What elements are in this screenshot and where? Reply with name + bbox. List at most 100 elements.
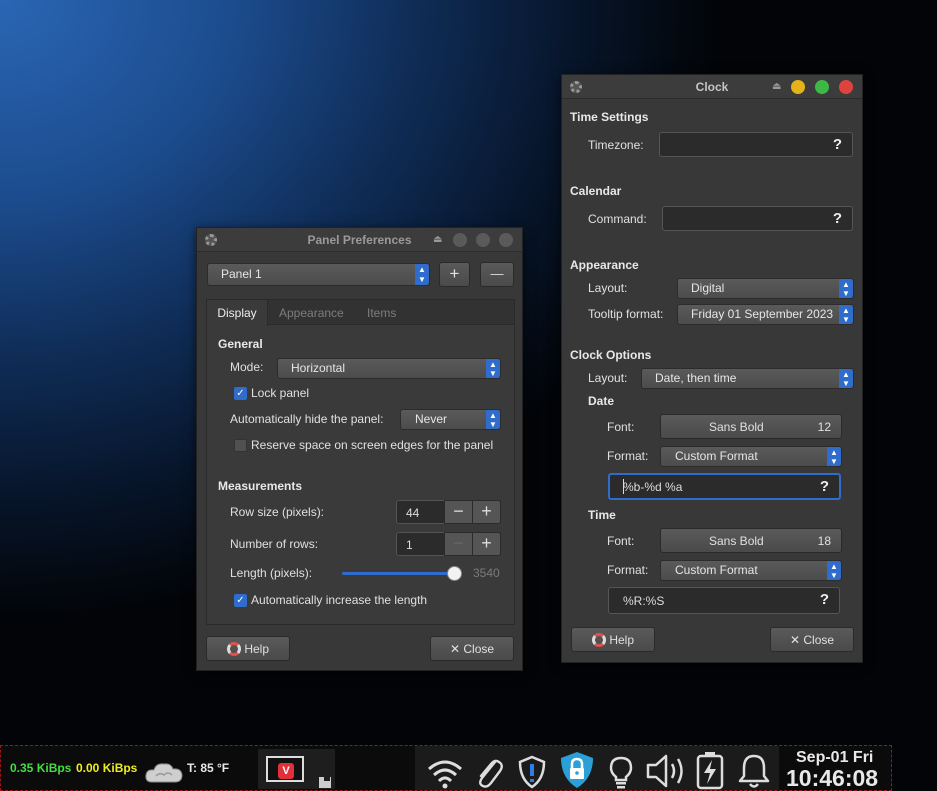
- panel-preferences-window: Panel Preferences ⏏ Panel 1 ▲ ▼ + — Displ…: [196, 227, 523, 671]
- help-question-icon[interactable]: ?: [833, 136, 842, 153]
- row-size-input[interactable]: 44: [396, 500, 445, 524]
- clock-options-heading: Clock Options: [570, 348, 652, 362]
- close-dialog-button[interactable]: ✕ Close: [430, 636, 514, 661]
- lifebuoy-icon: [226, 642, 241, 656]
- tab-items[interactable]: Items: [367, 306, 396, 320]
- rows-decrement-button[interactable]: −: [444, 532, 473, 556]
- volume-icon[interactable]: [644, 749, 690, 791]
- panel-selector[interactable]: Panel 1 ▲ ▼: [207, 263, 430, 286]
- close-icon: ✕: [449, 642, 461, 656]
- panel-preferences-titlebar[interactable]: Panel Preferences ⏏: [197, 228, 522, 252]
- chevron-updown-icon: ▲ ▼: [827, 561, 841, 580]
- time-format-select[interactable]: Custom Format ▲ ▼: [660, 560, 842, 581]
- row-size-increment-button[interactable]: +: [472, 500, 501, 524]
- date-format-value: Custom Format: [675, 449, 758, 463]
- wifi-icon[interactable]: [426, 752, 464, 791]
- help-question-icon[interactable]: ?: [820, 478, 829, 495]
- eject-icon[interactable]: ⏏: [772, 81, 781, 92]
- time-font-name: Sans Bold: [709, 534, 764, 548]
- date-heading: Date: [588, 394, 615, 408]
- shield-alert-icon[interactable]: [517, 750, 547, 791]
- appearance-layout-value: Digital: [691, 281, 725, 295]
- row-size-decrement-button[interactable]: −: [444, 500, 473, 524]
- clock-layout-select[interactable]: Date, then time ▲ ▼: [641, 368, 854, 389]
- close-button[interactable]: [839, 80, 853, 94]
- chevron-updown-icon: ▲ ▼: [486, 410, 500, 429]
- date-font-name: Sans Bold: [709, 420, 764, 434]
- text-cursor: [623, 479, 624, 494]
- time-format-value: Custom Format: [675, 563, 758, 577]
- maximize-button[interactable]: [815, 80, 829, 94]
- minimize-button[interactable]: [453, 233, 467, 247]
- length-slider-track[interactable]: [342, 566, 462, 581]
- clock-titlebar[interactable]: Clock ⏏: [562, 75, 862, 99]
- command-input[interactable]: ?: [662, 206, 853, 231]
- chevron-updown-icon: ▲ ▼: [827, 447, 841, 466]
- auto-increase-checkbox[interactable]: ✓: [234, 594, 247, 607]
- help-question-icon[interactable]: ?: [833, 210, 842, 227]
- time-custom-format-input[interactable]: %R:%S ?: [608, 587, 840, 614]
- bell-icon[interactable]: [735, 749, 773, 791]
- tooltip-format-select[interactable]: Friday 01 September 2023 ▲ ▼: [677, 304, 854, 325]
- mode-select-value: Horizontal: [291, 361, 346, 375]
- taskbar: 0.35 KiBps 0.00 KiBps T: 85 °F V Sep-01 …: [0, 745, 892, 791]
- reserve-space-label: Reserve space on screen edges for the pa…: [251, 438, 494, 452]
- help-button[interactable]: Help: [571, 627, 655, 652]
- measurements-heading: Measurements: [218, 479, 303, 493]
- length-slider-handle[interactable]: [446, 566, 462, 581]
- lock-panel-label: Lock panel: [251, 386, 310, 400]
- eject-icon[interactable]: ⏏: [433, 234, 442, 245]
- rows-increment-button[interactable]: +: [472, 532, 501, 556]
- chevron-updown-icon: ▲ ▼: [839, 279, 853, 298]
- mode-select[interactable]: Horizontal ▲ ▼: [277, 358, 501, 379]
- add-panel-button[interactable]: +: [439, 262, 470, 287]
- paperclip-icon[interactable]: [473, 750, 505, 791]
- tooltip-format-value: Friday 01 September 2023: [691, 307, 834, 321]
- clock-window: Clock ⏏ Time Settings Timezone: ? Calend…: [561, 74, 863, 663]
- timezone-label: Timezone:: [588, 138, 644, 152]
- rows-input[interactable]: 1: [396, 532, 445, 556]
- timezone-input[interactable]: ?: [659, 132, 853, 157]
- date-font-button[interactable]: Sans Bold 12: [660, 414, 842, 439]
- maximize-button[interactable]: [476, 233, 490, 247]
- close-button-label: Close: [803, 633, 835, 647]
- close-icon: ✕: [789, 633, 801, 647]
- date-format-select[interactable]: Custom Format ▲ ▼: [660, 446, 842, 467]
- close-dialog-button[interactable]: ✕ Close: [770, 627, 854, 652]
- tab-display[interactable]: Display: [207, 300, 268, 326]
- weather-temperature: T: 85 °F: [187, 761, 230, 775]
- help-question-icon[interactable]: ?: [820, 591, 829, 608]
- time-font-size: 18: [817, 534, 831, 548]
- date-font-size: 12: [817, 420, 831, 434]
- lightbulb-icon[interactable]: [606, 750, 636, 791]
- tab-appearance[interactable]: Appearance: [279, 306, 344, 320]
- chevron-updown-icon: ▲ ▼: [486, 359, 500, 378]
- time-format-label: Format:: [607, 563, 649, 577]
- signal-bars-icon: [319, 777, 331, 788]
- help-button[interactable]: Help: [206, 636, 290, 661]
- appearance-heading: Appearance: [570, 258, 639, 272]
- clock-time[interactable]: 10:46:08: [786, 765, 878, 791]
- clock-layout-value: Date, then time: [655, 371, 737, 385]
- time-custom-format-value: %R:%S: [623, 594, 665, 608]
- length-value: 3540: [473, 566, 500, 580]
- autohide-select[interactable]: Never ▲ ▼: [400, 409, 501, 430]
- time-font-button[interactable]: Sans Bold 18: [660, 528, 842, 553]
- tooltip-format-label: Tooltip format:: [588, 307, 664, 321]
- date-custom-format-input[interactable]: %b-%d %a ?: [608, 473, 841, 500]
- autohide-select-value: Never: [415, 412, 448, 426]
- time-font-label: Font:: [607, 534, 635, 548]
- taskbar-app-button[interactable]: V: [258, 749, 335, 789]
- lock-panel-checkbox[interactable]: ✓: [234, 387, 247, 400]
- reserve-space-checkbox[interactable]: [234, 439, 247, 452]
- remove-panel-button[interactable]: —: [480, 262, 514, 287]
- cloud-icon[interactable]: [144, 751, 184, 791]
- vivaldi-icon: V: [278, 763, 294, 779]
- close-button[interactable]: [499, 233, 513, 247]
- row-size-label: Row size (pixels):: [230, 505, 325, 519]
- minimize-button[interactable]: [791, 80, 805, 94]
- length-label: Length (pixels):: [230, 566, 313, 580]
- appearance-layout-select[interactable]: Digital ▲ ▼: [677, 278, 854, 299]
- battery-charging-icon[interactable]: [693, 748, 727, 791]
- security-lock-icon[interactable]: [557, 748, 597, 791]
